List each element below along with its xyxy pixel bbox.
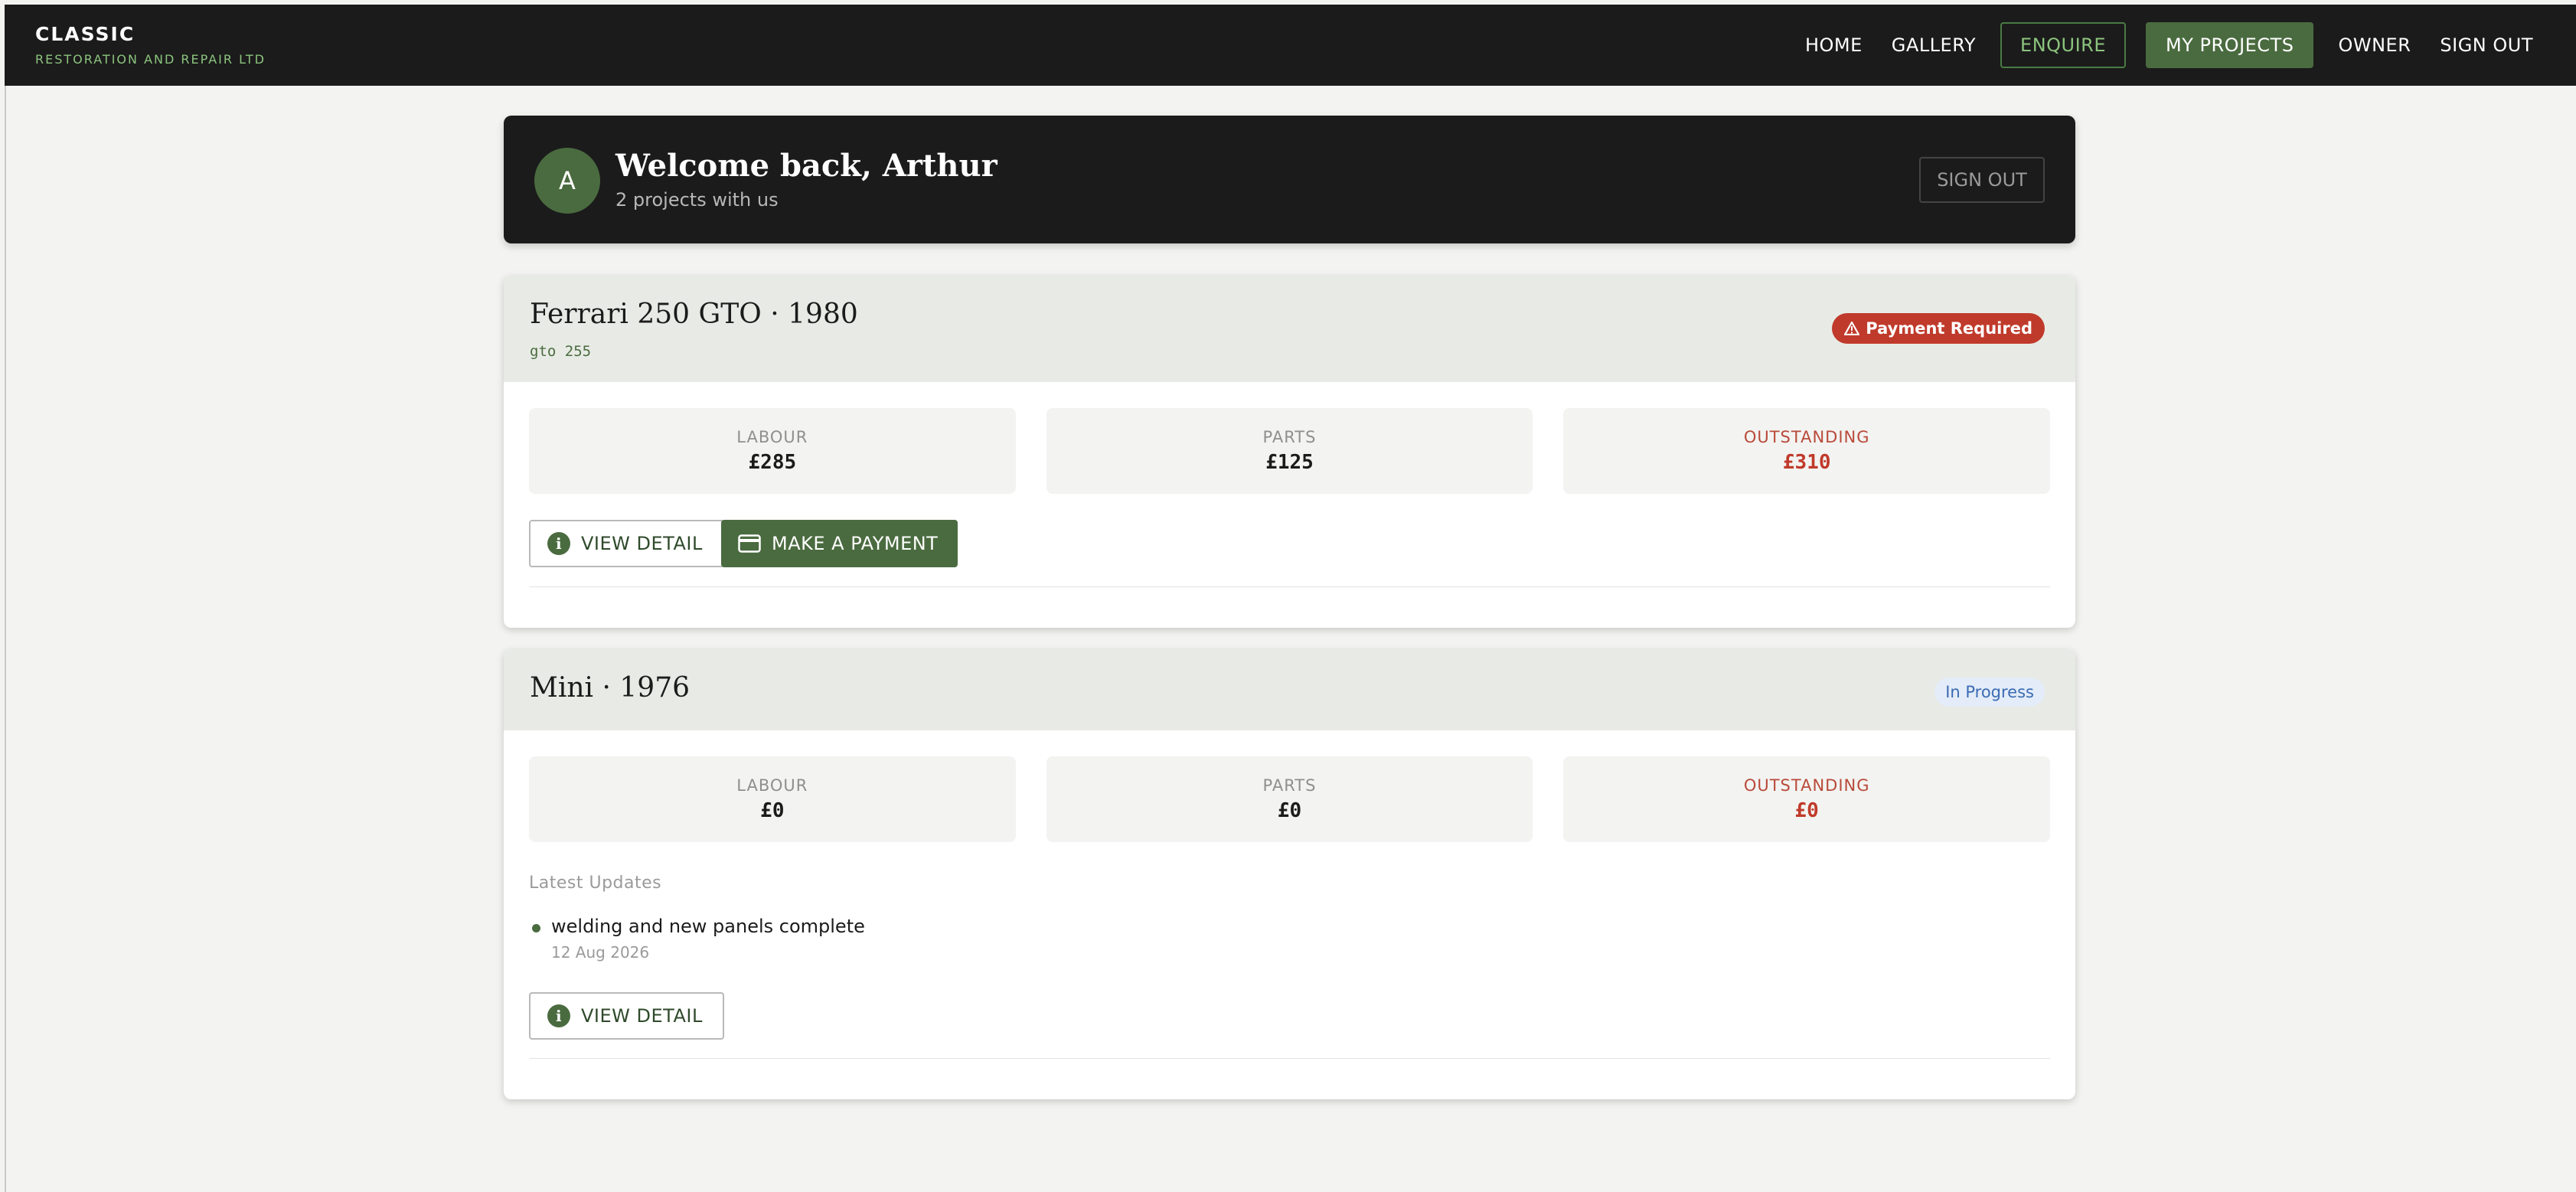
- stat-value: £285: [748, 451, 797, 474]
- stat-label: OUTSTANDING: [1743, 776, 1870, 795]
- nav-my-projects-button[interactable]: MY PROJECTS: [2146, 22, 2314, 68]
- stat-parts: PARTS £125: [1046, 408, 1533, 494]
- make-payment-button[interactable]: MAKE A PAYMENT: [721, 520, 958, 567]
- stat-value: £310: [1782, 451, 1831, 474]
- stat-label: PARTS: [1262, 776, 1317, 795]
- stat-label: LABOUR: [736, 428, 808, 446]
- brand-subtitle: RESTORATION AND REPAIR LTD: [35, 52, 266, 67]
- stat-value: £125: [1265, 451, 1314, 474]
- top-nav: CLASSIC RESTORATION AND REPAIR LTD HOME …: [5, 5, 2576, 86]
- project-title: Ferrari 250 GTO · 1980: [530, 299, 858, 330]
- stat-value: £0: [1794, 799, 1819, 822]
- view-detail-button[interactable]: i VIEW DETAIL: [529, 992, 724, 1040]
- stat-label: LABOUR: [736, 776, 808, 795]
- nav-home-link[interactable]: HOME: [1801, 22, 1867, 68]
- view-detail-label: VIEW DETAIL: [581, 533, 703, 554]
- status-badge-payment-required: Payment Required: [1832, 313, 2045, 344]
- brand-name[interactable]: CLASSIC: [35, 23, 135, 45]
- make-payment-label: MAKE A PAYMENT: [772, 533, 939, 554]
- nav-gallery-link[interactable]: GALLERY: [1887, 22, 1980, 68]
- project-stats: LABOUR £285 PARTS £125 OUTSTANDING £310: [529, 408, 2051, 494]
- stat-labour: LABOUR £0: [529, 756, 1016, 842]
- stat-outstanding: OUTSTANDING £0: [1563, 756, 2051, 842]
- card-divider: [529, 586, 2050, 587]
- view-detail-label: VIEW DETAIL: [581, 1005, 703, 1027]
- welcome-subtitle: 2 projects with us: [615, 189, 779, 211]
- info-icon: i: [547, 532, 570, 555]
- stat-label: OUTSTANDING: [1743, 428, 1870, 446]
- update-date: 12 Aug 2026: [551, 943, 650, 962]
- project-stats: LABOUR £0 PARTS £0 OUTSTANDING £0: [529, 756, 2051, 842]
- stat-outstanding: OUTSTANDING £310: [1563, 408, 2051, 494]
- update-bullet: [532, 924, 540, 932]
- info-icon: i: [547, 1004, 570, 1027]
- stat-parts: PARTS £0: [1046, 756, 1533, 842]
- stat-value: £0: [1277, 799, 1302, 822]
- stat-labour: LABOUR £285: [529, 408, 1016, 494]
- nav-links: HOME GALLERY ENQUIRE MY PROJECTS OWNER S…: [1801, 22, 2538, 68]
- project-card-mini: Mini · 1976 In Progress LABOUR £0 PARTS …: [504, 649, 2075, 1099]
- card-divider: [529, 1058, 2050, 1059]
- stat-value: £0: [760, 799, 785, 822]
- stat-label: PARTS: [1262, 428, 1317, 446]
- project-title: Mini · 1976: [530, 672, 691, 704]
- status-badge-label: Payment Required: [1866, 319, 2032, 338]
- credit-card-icon: [738, 534, 761, 553]
- project-card-header: Mini · 1976 In Progress: [504, 649, 2075, 730]
- nav-owner-link[interactable]: OWNER: [2333, 22, 2415, 68]
- nav-enquire-button[interactable]: ENQUIRE: [2000, 22, 2127, 68]
- project-card-header: Ferrari 250 GTO · 1980 gto 255 Payment R…: [504, 276, 2075, 382]
- update-text: welding and new panels complete: [551, 916, 865, 937]
- status-badge-in-progress: In Progress: [1934, 678, 2045, 707]
- latest-updates-title: Latest Updates: [529, 874, 662, 893]
- project-registration: gto 255: [530, 343, 592, 360]
- welcome-card: A Welcome back, Arthur 2 projects with u…: [504, 116, 2075, 243]
- nav-sign-out-link[interactable]: SIGN OUT: [2435, 22, 2538, 68]
- welcome-sign-out-button[interactable]: SIGN OUT: [1919, 157, 2045, 203]
- view-detail-button[interactable]: i VIEW DETAIL: [529, 520, 724, 567]
- avatar: A: [534, 148, 600, 214]
- project-card-ferrari: Ferrari 250 GTO · 1980 gto 255 Payment R…: [504, 276, 2075, 628]
- warning-icon: [1844, 322, 1860, 335]
- welcome-title: Welcome back, Arthur: [615, 148, 997, 184]
